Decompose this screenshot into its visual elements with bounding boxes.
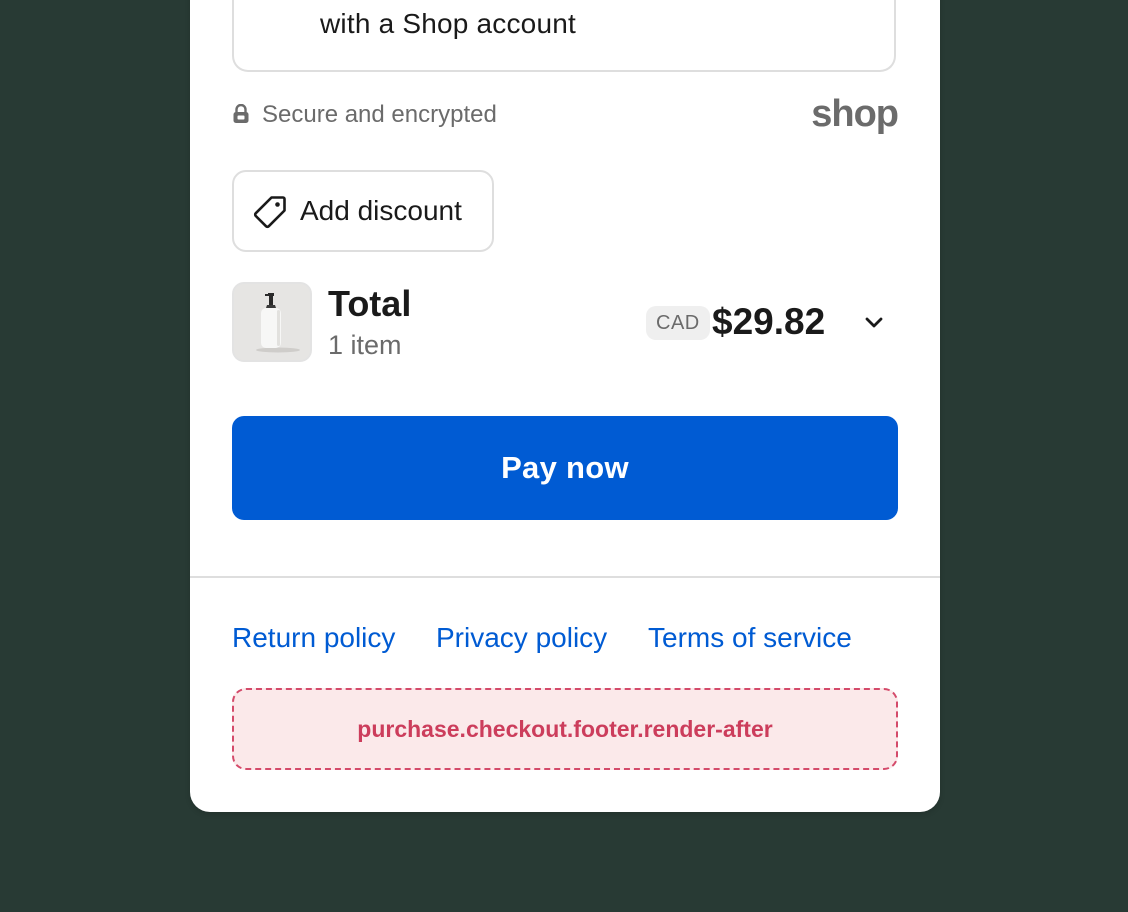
- terms-of-service-link[interactable]: Terms of service: [648, 618, 852, 658]
- footer-divider: [190, 576, 940, 578]
- tag-icon: [253, 196, 286, 229]
- soap-bottle-image: [234, 284, 310, 360]
- secure-notice: Secure and encrypted shop: [232, 93, 899, 135]
- shop-account-text: with a Shop account: [320, 8, 576, 39]
- privacy-policy-link[interactable]: Privacy policy: [436, 618, 607, 658]
- order-summary-toggle[interactable]: Total 1 item CAD $29.82: [232, 282, 898, 364]
- pay-now-button[interactable]: Pay now: [232, 416, 898, 520]
- add-discount-button[interactable]: Add discount: [232, 170, 494, 252]
- product-thumbnail: [232, 282, 312, 362]
- shop-pay-option[interactable]: with a Shop account: [232, 0, 896, 72]
- total-amount: $29.82: [712, 301, 826, 342]
- currency-badge: CAD: [646, 306, 710, 340]
- add-discount-label: Add discount: [300, 195, 462, 226]
- shop-logo: shop: [811, 93, 899, 135]
- footer-links: Return policy Privacy policy Terms of se…: [232, 618, 898, 658]
- item-count: 1 item: [328, 330, 402, 360]
- lock-icon: [233, 104, 249, 123]
- secure-text: Secure and encrypted: [262, 101, 497, 128]
- extension-placeholder: purchase.checkout.footer.render-after: [232, 688, 898, 770]
- checkout-card: with a Shop account Secure and encrypted…: [190, 0, 940, 812]
- return-policy-link[interactable]: Return policy: [232, 618, 395, 658]
- chevron-down-icon[interactable]: [862, 310, 886, 334]
- total-label: Total: [328, 283, 412, 324]
